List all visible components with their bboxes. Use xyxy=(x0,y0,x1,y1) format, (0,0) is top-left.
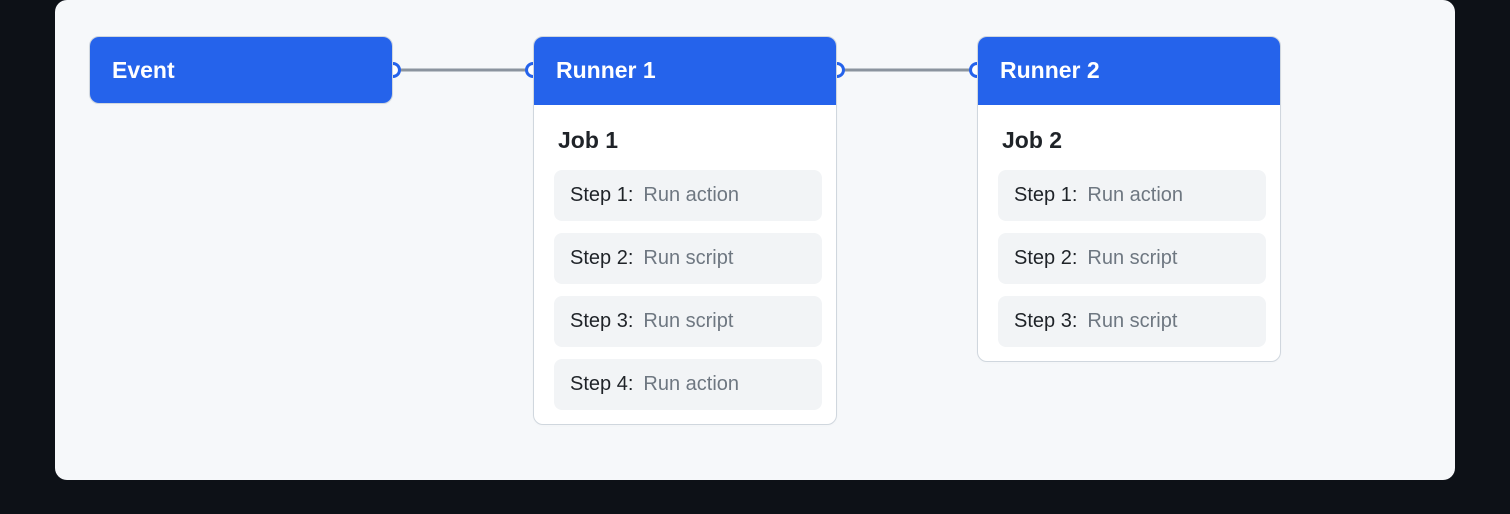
step-item: Step 1: Run action xyxy=(554,170,822,221)
step-label: Step 1: xyxy=(570,184,633,207)
runner2-header: Runner 2 xyxy=(978,37,1280,105)
step-item: Step 1: Run action xyxy=(998,170,1266,221)
step-label: Step 4: xyxy=(570,373,633,396)
workflow-diagram: Event Runner 1 Job 1 Step 1: Run action … xyxy=(89,36,1421,425)
runner2-body: Job 2 Step 1: Run action Step 2: Run scr… xyxy=(978,105,1280,361)
job1-title: Job 1 xyxy=(554,127,822,154)
event-card: Event xyxy=(89,36,393,104)
step-label: Step 3: xyxy=(570,310,633,333)
step-item: Step 3: Run script xyxy=(998,296,1266,347)
runner1-header: Runner 1 xyxy=(534,37,836,105)
connector-line xyxy=(837,69,977,72)
runner2-title: Runner 2 xyxy=(1000,57,1100,85)
step-desc: Run action xyxy=(643,373,739,396)
connector-runner1-runner2 xyxy=(837,36,977,104)
step-label: Step 1: xyxy=(1014,184,1077,207)
step-desc: Run script xyxy=(643,247,733,270)
runner1-body: Job 1 Step 1: Run action Step 2: Run scr… xyxy=(534,105,836,424)
step-desc: Run action xyxy=(1087,184,1183,207)
step-item: Step 4: Run action xyxy=(554,359,822,410)
step-desc: Run script xyxy=(1087,247,1177,270)
connector-event-runner1 xyxy=(393,36,533,104)
step-item: Step 3: Run script xyxy=(554,296,822,347)
step-desc: Run action xyxy=(643,184,739,207)
event-header: Event xyxy=(90,37,392,104)
runner1-card: Runner 1 Job 1 Step 1: Run action Step 2… xyxy=(533,36,837,425)
step-label: Step 3: xyxy=(1014,310,1077,333)
step-desc: Run script xyxy=(643,310,733,333)
step-item: Step 2: Run script xyxy=(554,233,822,284)
diagram-canvas: Event Runner 1 Job 1 Step 1: Run action … xyxy=(55,0,1455,480)
event-title: Event xyxy=(112,57,175,85)
connector-line xyxy=(393,69,533,72)
runner1-title: Runner 1 xyxy=(556,57,656,85)
job2-title: Job 2 xyxy=(998,127,1266,154)
step-item: Step 2: Run script xyxy=(998,233,1266,284)
step-desc: Run script xyxy=(1087,310,1177,333)
runner2-card: Runner 2 Job 2 Step 1: Run action Step 2… xyxy=(977,36,1281,362)
step-label: Step 2: xyxy=(570,247,633,270)
step-label: Step 2: xyxy=(1014,247,1077,270)
